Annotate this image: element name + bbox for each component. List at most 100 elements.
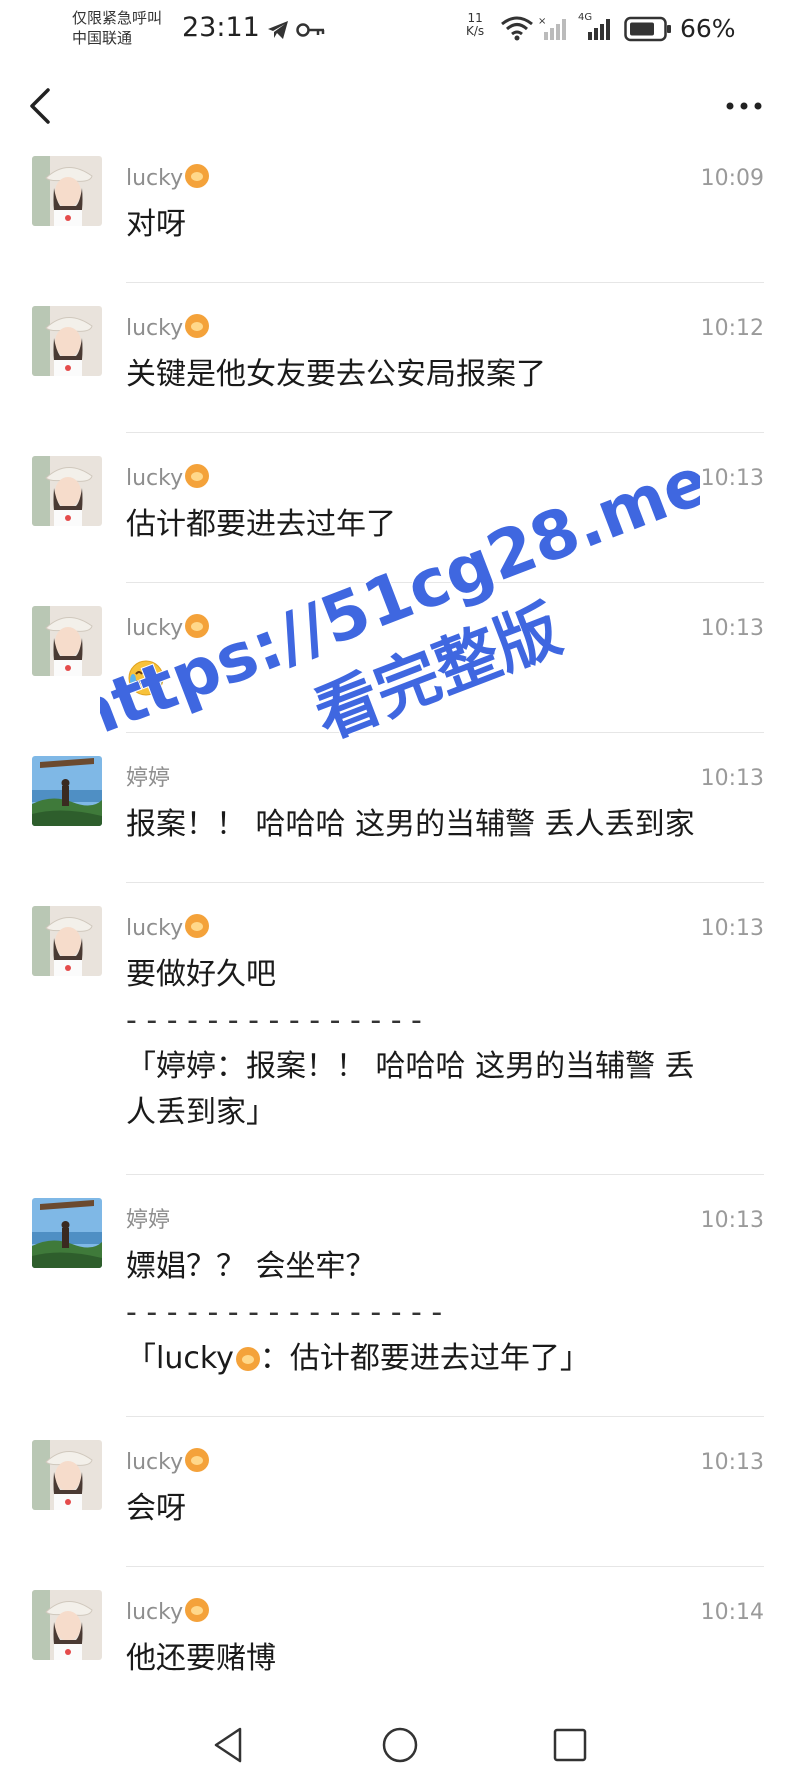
carrier-line-1: 仅限紧急呼叫 [72,9,163,27]
carrier-line-2: 中国联通 [72,29,133,47]
message-divider [126,732,764,733]
message-divider [126,1566,764,1567]
signal-icon-sim1: × [538,16,566,40]
quoted-text: ：估计都要进去过年了」 [259,1341,590,1376]
message-text[interactable]: 关键是他女友要去公安局报案了 [126,352,766,398]
message-text[interactable] [126,652,766,712]
status-bar: 仅限紧急呼叫 中国联通 23:11 11 K/s × 4G 66% [0,0,800,60]
message-text[interactable]: 报案！！ 哈哈哈 这男的当辅警 丢人丢到家 [126,802,766,848]
battery-icon [624,16,671,42]
sender-name-text: lucky [126,916,184,941]
message-line: 会呀 [126,1491,186,1526]
message-text[interactable]: 他还要赌博 [126,1636,766,1682]
avatar[interactable] [32,906,102,976]
sender-name-text: 婷婷 [126,1208,171,1233]
quote-separator: - - - - - - - - - - - - - - - - [126,1295,443,1330]
message-time: 10:13 [700,616,764,641]
lion-emoji-icon [185,1448,210,1472]
lion-emoji-icon [185,1598,210,1622]
message-line: 估计都要进去过年了 [126,507,396,542]
sender-name-text: lucky [126,1600,184,1625]
avatar[interactable] [32,1198,102,1268]
wifi-icon [501,16,533,41]
message-text[interactable]: 对呀 [126,202,766,248]
status-clock: 23:11 [182,12,260,43]
sender-name: 婷婷 [126,764,170,794]
lion-emoji-icon [235,1347,260,1371]
quoted-sender: 「lucky [126,1341,234,1376]
avatar[interactable] [32,306,102,376]
lion-emoji-icon [185,314,210,338]
lion-emoji-icon [185,614,210,638]
avatar[interactable] [32,606,102,676]
message-divider [126,1174,764,1175]
sender-name: lucky [126,1598,210,1628]
message-line: 关键是他女友要去公安局报案了 [126,357,546,392]
message-text[interactable]: 会呀 [126,1486,766,1532]
nav-home-button[interactable] [380,1725,420,1769]
message-line: 嫖娼？？ 会坐牢？ [126,1249,376,1284]
lion-emoji-icon [185,464,210,488]
sender-name-text: lucky [126,616,184,641]
sender-name-text: lucky [126,166,184,191]
avatar[interactable] [32,456,102,526]
avatar[interactable] [32,1440,102,1510]
sender-name: lucky [126,164,210,194]
message-time: 10:13 [700,1208,764,1233]
battery-percent: 66% [680,14,736,43]
avatar[interactable] [32,1590,102,1660]
message-text[interactable]: 要做好久吧 - - - - - - - - - - - - - - - 「婷婷：报案… [126,952,766,1136]
sender-name: 婷婷 [126,1206,170,1236]
message-divider [126,882,764,883]
key-icon [296,23,325,37]
message-time: 10:09 [700,166,764,191]
message-time: 10:12 [700,316,764,341]
avatar[interactable] [32,156,102,226]
signal-icon-sim2 [588,19,610,40]
message-line: 他还要赌博 [126,1641,276,1676]
carrier-info: 仅限紧急呼叫 中国联通 [72,8,162,48]
more-dots-icon [726,102,762,110]
message-divider [126,282,764,283]
quoted-text: 「婷婷：报案！！ 哈哈哈 这男的当辅警 丢 [126,1049,695,1084]
message-text[interactable]: 嫖娼？？ 会坐牢？ - - - - - - - - - - - - - - - -… [126,1244,766,1382]
message-divider [126,1416,764,1417]
laughing-crying-emoji-icon [128,660,164,696]
circle-home-icon [382,1727,418,1763]
chevron-left-icon [30,88,50,124]
message-line: 报案！！ 哈哈哈 这男的当辅警 丢人丢到家 [126,807,695,842]
sender-name: lucky [126,1448,210,1478]
sender-name-text: 婷婷 [126,766,171,791]
back-button[interactable] [24,86,60,126]
quoted-message[interactable]: 「lucky ：估计都要进去过年了」 [126,1336,766,1382]
message-text[interactable]: 估计都要进去过年了 [126,502,766,548]
message-time: 10:13 [700,916,764,941]
svg-text:×: × [538,16,546,27]
message-time: 10:13 [700,466,764,491]
sender-name: lucky [126,464,210,494]
sender-name: lucky [126,314,210,344]
message-line: 对呀 [126,207,186,242]
sender-name: lucky [126,614,210,644]
more-button[interactable] [720,90,768,122]
message-divider [126,432,764,433]
net-speed: 11 K/s [466,12,484,38]
message-time: 10:13 [700,766,764,791]
triangle-back-icon [214,1727,242,1763]
lion-emoji-icon [185,164,210,188]
nav-recents-button[interactable] [552,1727,588,1767]
sender-name-text: lucky [126,466,184,491]
sender-name: lucky [126,914,210,944]
sender-name-text: lucky [126,1450,184,1475]
nav-back-button[interactable] [210,1725,246,1769]
telegram-icon [268,21,288,39]
sender-name-text: lucky [126,316,184,341]
square-recents-icon [553,1728,587,1762]
lion-emoji-icon [185,914,210,938]
quote-separator: - - - - - - - - - - - - - - - [126,1003,422,1038]
avatar[interactable] [32,756,102,826]
quoted-text: 人丢到家」 [126,1095,276,1130]
net-speed-unit: K/s [466,24,485,38]
message-time: 10:13 [700,1450,764,1475]
message-time: 10:14 [700,1600,764,1625]
